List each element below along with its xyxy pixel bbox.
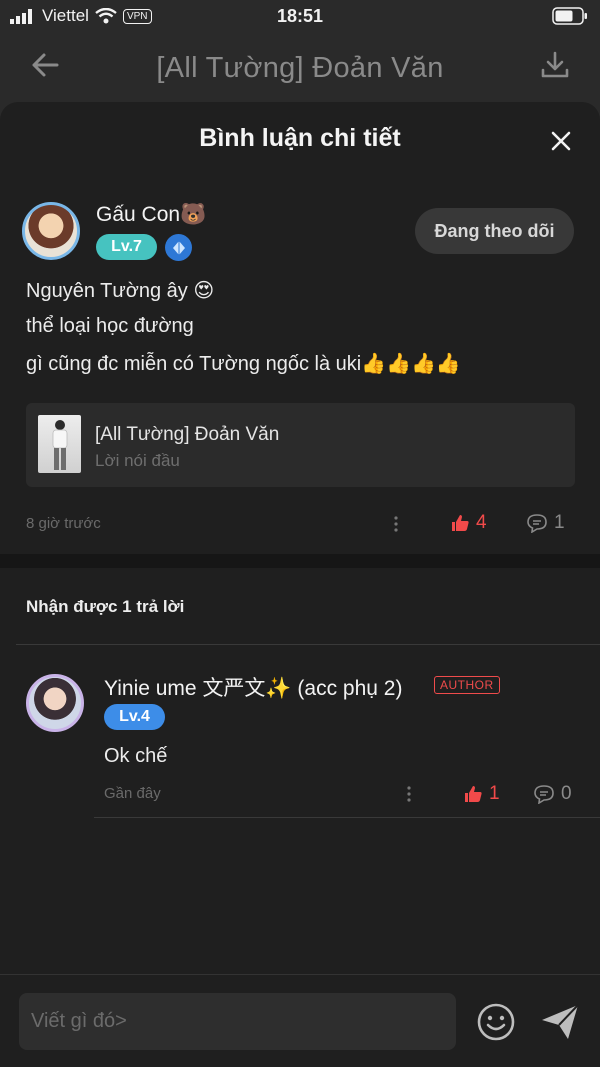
comment-line: Nguyên Tường ây 😍 — [26, 280, 215, 302]
story-title: [All Tường] Đoản Văn — [156, 52, 444, 84]
reply-count: 1 — [554, 512, 565, 533]
replies-header: Nhận được 1 trả lời — [26, 597, 185, 616]
reply-username[interactable]: Yinie ume 文严文✨ (acc phụ 2) — [104, 672, 402, 702]
comment-input-bar — [0, 974, 600, 1067]
like-icon — [465, 786, 482, 802]
download-icon[interactable] — [540, 50, 570, 85]
close-icon[interactable] — [550, 130, 572, 152]
reply-avatar[interactable] — [26, 674, 84, 732]
author-badge: AUTHOR — [434, 676, 500, 694]
status-bar: Viettel VPN 18:51 — [0, 0, 600, 34]
comment-line: thể loại học đường — [26, 315, 194, 337]
comment-line: gì cũng đc miễn có Tường ngốc là uki👍👍👍👍 — [26, 353, 461, 375]
comment-username[interactable]: Gấu Con🐻 — [96, 203, 206, 227]
comment-input[interactable] — [19, 993, 456, 1050]
more-icon[interactable] — [406, 785, 412, 805]
divider — [94, 817, 600, 818]
divider — [16, 644, 600, 645]
like-button[interactable]: 4 — [450, 512, 487, 534]
section-divider — [0, 554, 600, 568]
reply-button[interactable]: 1 — [526, 512, 565, 534]
like-count: 4 — [476, 512, 487, 533]
story-card-title: [All Tường] Đoản Văn — [95, 424, 280, 445]
level-badge: Lv.4 — [104, 704, 165, 730]
comment-icon — [527, 514, 547, 533]
like-button[interactable]: 1 — [463, 783, 500, 805]
story-card-chapter: Lời nói đầu — [95, 451, 180, 470]
avatar[interactable] — [22, 202, 80, 260]
sheet-title: Bình luận chi tiết — [199, 124, 401, 152]
more-icon[interactable] — [393, 515, 399, 535]
like-icon — [452, 515, 469, 531]
level-badge: Lv.7 — [96, 234, 157, 260]
comment-time: 8 giờ trước — [26, 515, 101, 532]
like-count: 1 — [489, 783, 500, 804]
follow-button[interactable]: Đang theo dõi — [415, 208, 574, 254]
reply-count: 0 — [561, 783, 572, 804]
send-icon[interactable] — [540, 1002, 580, 1042]
emoji-icon[interactable] — [476, 1002, 516, 1042]
reply-button[interactable]: 0 — [533, 783, 572, 805]
story-card[interactable]: [All Tường] Đoản Văn Lời nói đầu — [26, 403, 575, 487]
story-nav-bar: [All Tường] Đoản Văn — [0, 34, 600, 102]
battery-icon — [552, 7, 588, 30]
comment-icon — [534, 785, 554, 804]
diamond-icon — [165, 234, 192, 261]
status-time: 18:51 — [276, 6, 324, 26]
comment-detail-sheet: Bình luận chi tiết Gấu Con🐻 Lv.7 Đang th… — [0, 102, 600, 1067]
reply-time: Gần đây — [104, 785, 161, 802]
story-thumbnail — [38, 415, 81, 473]
reply-text: Ok chế — [104, 745, 168, 767]
